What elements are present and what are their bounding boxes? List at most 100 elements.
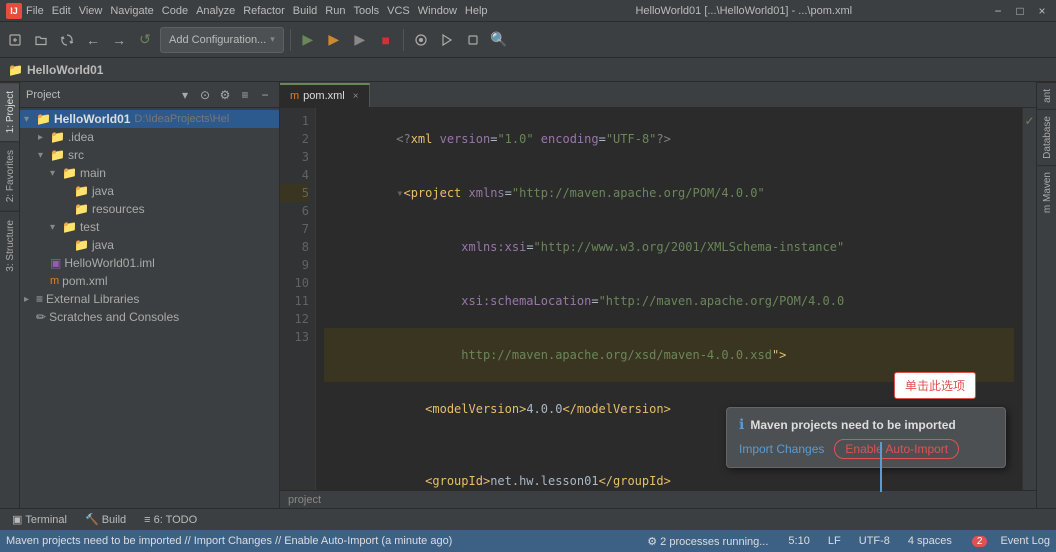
minimize-panel-icon[interactable]: − <box>257 87 273 103</box>
sidebar-tab-structure[interactable]: 3: Structure <box>0 211 19 280</box>
profile-button[interactable] <box>410 29 432 51</box>
right-sidebar-tabs: ant Database m Maven <box>1036 82 1056 508</box>
left-sidebar-tabs: 1: Project 2: Favorites 3: Structure <box>0 82 20 508</box>
folder-test-icon: 📁 <box>62 220 77 234</box>
stop-button[interactable]: ■ <box>375 29 397 51</box>
tree-item-java-test[interactable]: 📁 java <box>20 236 279 254</box>
add-configuration-button[interactable]: Add Configuration... ▾ <box>160 27 284 53</box>
close-button[interactable]: × <box>1034 4 1050 18</box>
tree-item-external-libs[interactable]: ▸ ≡ External Libraries <box>20 290 279 308</box>
menu-run[interactable]: Run <box>325 5 345 17</box>
event-log-badge: 2 <box>972 536 988 547</box>
menu-file[interactable]: File <box>26 5 44 17</box>
gutter-check-icon: ✓ <box>1024 114 1034 128</box>
toolbar-btn-forward[interactable]: → <box>108 29 130 51</box>
bottom-tab-todo[interactable]: ≡ 6: TODO <box>136 510 205 530</box>
menu-edit[interactable]: Edit <box>52 5 71 17</box>
tab-pomxml[interactable]: m pom.xml × <box>280 83 370 107</box>
sdk-button[interactable] <box>462 29 484 51</box>
import-changes-link[interactable]: Import Changes <box>739 442 824 456</box>
tree-item-helloworld01[interactable]: ▾ 📁 HelloWorld01 D:\IdeaProjects\Hel <box>20 110 279 128</box>
tree-item-java-main[interactable]: 📁 java <box>20 182 279 200</box>
menu-help[interactable]: Help <box>465 5 488 17</box>
layout-icon[interactable]: ≡ <box>237 87 253 103</box>
status-encoding[interactable]: UTF-8 <box>859 535 890 547</box>
tree-item-test[interactable]: ▾ 📁 test <box>20 218 279 236</box>
menu-analyze[interactable]: Analyze <box>196 5 235 17</box>
settings-icon[interactable]: ⚙ <box>217 87 233 103</box>
sidebar-tab-project[interactable]: 1: Project <box>0 82 19 141</box>
tab-pomxml-close[interactable]: × <box>353 91 359 102</box>
toolbar-btn-back[interactable]: ← <box>82 29 104 51</box>
tree-item-idea[interactable]: ▸ 📁 .idea <box>20 128 279 146</box>
scratches-icon: ✏ <box>36 310 46 324</box>
sidebar-tab-favorites[interactable]: 2: Favorites <box>0 141 19 210</box>
menu-view[interactable]: View <box>79 5 103 17</box>
toolbar-btn-sync[interactable] <box>56 29 78 51</box>
terminal-label: Terminal <box>25 514 67 526</box>
toolbar-btn-open[interactable] <box>30 29 52 51</box>
event-log-label[interactable]: Event Log <box>1000 535 1050 547</box>
scope-icon[interactable]: ⊙ <box>197 87 213 103</box>
tree-label-external: External Libraries <box>46 292 139 306</box>
notification-header: ℹ Maven projects need to be imported <box>739 416 993 433</box>
notification-actions: Import Changes Enable Auto-Import <box>739 439 993 459</box>
build-icon: 🔨 <box>85 513 99 526</box>
tree-label-pomxml: pom.xml <box>62 274 107 288</box>
menu-bar: File Edit View Navigate Code Analyze Ref… <box>26 5 488 17</box>
xml-file-icon: m <box>50 275 59 287</box>
status-bar-message[interactable]: Maven projects need to be imported // Im… <box>6 535 637 547</box>
restore-button[interactable]: □ <box>1012 4 1028 18</box>
line-num-5: 5 <box>280 184 309 202</box>
tree-label-test: test <box>80 220 99 234</box>
notification-popup: ℹ Maven projects need to be imported Imp… <box>726 407 1006 468</box>
window-title: HelloWorld01 [...\HelloWorld01] - ...\po… <box>498 5 990 17</box>
right-tab-ant[interactable]: ant <box>1037 82 1056 109</box>
editor-area: m pom.xml × 1 2 3 4 5 6 7 8 9 10 11 12 1… <box>280 82 1036 508</box>
editor-footer: project <box>280 490 1036 508</box>
build-project-button[interactable] <box>436 29 458 51</box>
bottom-tab-build[interactable]: 🔨 Build <box>77 510 134 530</box>
search-everywhere-button[interactable]: 🔍 <box>488 29 510 51</box>
run-button[interactable]: ▶ <box>297 29 319 51</box>
code-line-4: xsi:schemaLocation="http://maven.apache.… <box>324 274 1014 328</box>
menu-tools[interactable]: Tools <box>353 5 379 17</box>
tree-item-iml[interactable]: ▣ HelloWorld01.iml <box>20 254 279 272</box>
project-header-label: HelloWorld01 <box>27 63 103 77</box>
menu-navigate[interactable]: Navigate <box>110 5 153 17</box>
toolbar-btn-new[interactable] <box>4 29 26 51</box>
tree-item-scratches[interactable]: ✏ Scratches and Consoles <box>20 308 279 326</box>
status-processes[interactable]: ⚙ 2 processes running... <box>647 535 768 548</box>
iml-file-icon: ▣ <box>50 256 61 270</box>
status-line-sep[interactable]: LF <box>828 535 841 547</box>
menu-refactor[interactable]: Refactor <box>243 5 285 17</box>
project-panel: Project ▾ ⊙ ⚙ ≡ − ▾ 📁 HelloWorld01 D:\Id… <box>20 82 280 508</box>
toolbar-btn-undo[interactable]: ↺ <box>134 29 156 51</box>
tree-item-src[interactable]: ▾ 📁 src <box>20 146 279 164</box>
status-indent[interactable]: 4 spaces <box>908 535 952 547</box>
project-header-bar: 📁 HelloWorld01 <box>0 58 1056 82</box>
notification-info-icon: ℹ <box>739 416 744 433</box>
title-bar: IJ File Edit View Navigate Code Analyze … <box>0 0 1056 22</box>
right-tab-maven[interactable]: m Maven <box>1037 165 1056 219</box>
project-panel-header: Project ▾ ⊙ ⚙ ≡ − <box>20 82 279 108</box>
right-tab-database[interactable]: Database <box>1037 109 1056 165</box>
debug-button[interactable]: ▶ <box>323 29 345 51</box>
line-num-1: 1 <box>280 112 309 130</box>
menu-window[interactable]: Window <box>418 5 457 17</box>
line-num-12: 12 <box>280 310 309 328</box>
menu-code[interactable]: Code <box>162 5 188 17</box>
tree-item-resources[interactable]: 📁 resources <box>20 200 279 218</box>
code-line-3: xmlns:xsi="http://www.w3.org/2001/XMLSch… <box>324 220 1014 274</box>
run-with-coverage-button[interactable]: ▶ <box>349 29 371 51</box>
bottom-tab-terminal[interactable]: ▣ Terminal <box>4 510 75 530</box>
menu-vcs[interactable]: VCS <box>387 5 410 17</box>
menu-build[interactable]: Build <box>293 5 317 17</box>
line-num-13: 13 <box>280 328 309 346</box>
tree-item-pomxml[interactable]: m pom.xml <box>20 272 279 290</box>
tree-item-main[interactable]: ▾ 📁 main <box>20 164 279 182</box>
project-panel-arrow[interactable]: ▾ <box>177 87 193 103</box>
enable-auto-import-button[interactable]: Enable Auto-Import <box>834 439 959 459</box>
status-position[interactable]: 5:10 <box>788 535 809 547</box>
minimize-button[interactable]: − <box>990 4 1006 18</box>
